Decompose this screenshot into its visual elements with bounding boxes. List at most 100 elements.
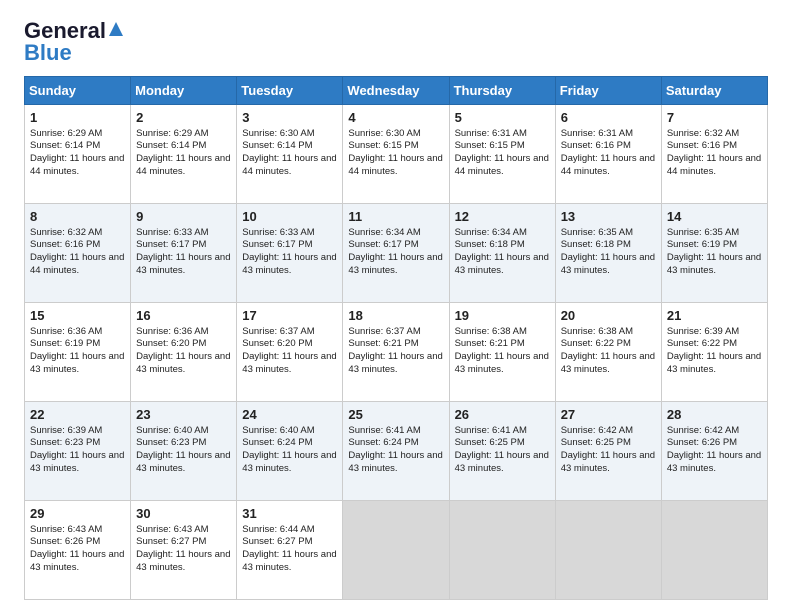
- day-number: 20: [561, 307, 656, 325]
- calendar-cell: 3Sunrise: 6:30 AMSunset: 6:14 PMDaylight…: [237, 105, 343, 204]
- day-number: 30: [136, 505, 231, 523]
- col-header-saturday: Saturday: [661, 77, 767, 105]
- calendar-cell: 18Sunrise: 6:37 AMSunset: 6:21 PMDayligh…: [343, 303, 449, 402]
- daylight-label: Daylight: 11 hours and 44 minutes.: [455, 153, 549, 177]
- calendar-cell: 12Sunrise: 6:34 AMSunset: 6:18 PMDayligh…: [449, 204, 555, 303]
- day-number: 5: [455, 109, 550, 127]
- calendar-cell: 15Sunrise: 6:36 AMSunset: 6:19 PMDayligh…: [25, 303, 131, 402]
- sunset-label: Sunset: 6:16 PM: [30, 239, 100, 250]
- day-number: 10: [242, 208, 337, 226]
- sunset-label: Sunset: 6:24 PM: [242, 437, 312, 448]
- sunrise-label: Sunrise: 6:42 AM: [667, 425, 739, 436]
- daylight-label: Daylight: 11 hours and 43 minutes.: [30, 549, 124, 573]
- calendar-cell: 20Sunrise: 6:38 AMSunset: 6:22 PMDayligh…: [555, 303, 661, 402]
- day-number: 8: [30, 208, 125, 226]
- day-number: 4: [348, 109, 443, 127]
- sunrise-label: Sunrise: 6:42 AM: [561, 425, 633, 436]
- sunrise-label: Sunrise: 6:36 AM: [30, 326, 102, 337]
- day-number: 23: [136, 406, 231, 424]
- sunset-label: Sunset: 6:20 PM: [242, 338, 312, 349]
- col-header-friday: Friday: [555, 77, 661, 105]
- daylight-label: Daylight: 11 hours and 43 minutes.: [242, 351, 336, 375]
- col-header-monday: Monday: [131, 77, 237, 105]
- daylight-label: Daylight: 11 hours and 43 minutes.: [455, 450, 549, 474]
- sunset-label: Sunset: 6:25 PM: [455, 437, 525, 448]
- sunset-label: Sunset: 6:15 PM: [455, 140, 525, 151]
- sunrise-label: Sunrise: 6:41 AM: [455, 425, 527, 436]
- calendar-cell: 24Sunrise: 6:40 AMSunset: 6:24 PMDayligh…: [237, 402, 343, 501]
- daylight-label: Daylight: 11 hours and 44 minutes.: [30, 252, 124, 276]
- day-number: 2: [136, 109, 231, 127]
- daylight-label: Daylight: 11 hours and 43 minutes.: [136, 351, 230, 375]
- col-header-thursday: Thursday: [449, 77, 555, 105]
- sunrise-label: Sunrise: 6:40 AM: [136, 425, 208, 436]
- day-number: 1: [30, 109, 125, 127]
- calendar-cell: [661, 501, 767, 600]
- sunset-label: Sunset: 6:26 PM: [30, 536, 100, 547]
- daylight-label: Daylight: 11 hours and 43 minutes.: [242, 252, 336, 276]
- sunset-label: Sunset: 6:21 PM: [455, 338, 525, 349]
- day-number: 19: [455, 307, 550, 325]
- sunrise-label: Sunrise: 6:35 AM: [667, 227, 739, 238]
- sunrise-label: Sunrise: 6:39 AM: [667, 326, 739, 337]
- daylight-label: Daylight: 11 hours and 43 minutes.: [136, 549, 230, 573]
- calendar-cell: 10Sunrise: 6:33 AMSunset: 6:17 PMDayligh…: [237, 204, 343, 303]
- calendar-cell: [555, 501, 661, 600]
- sunrise-label: Sunrise: 6:30 AM: [348, 128, 420, 139]
- calendar-cell: 22Sunrise: 6:39 AMSunset: 6:23 PMDayligh…: [25, 402, 131, 501]
- logo: General Blue: [24, 18, 125, 66]
- calendar-cell: 9Sunrise: 6:33 AMSunset: 6:17 PMDaylight…: [131, 204, 237, 303]
- calendar-cell: 14Sunrise: 6:35 AMSunset: 6:19 PMDayligh…: [661, 204, 767, 303]
- col-header-sunday: Sunday: [25, 77, 131, 105]
- sunset-label: Sunset: 6:27 PM: [136, 536, 206, 547]
- day-number: 15: [30, 307, 125, 325]
- sunrise-label: Sunrise: 6:31 AM: [455, 128, 527, 139]
- sunset-label: Sunset: 6:14 PM: [30, 140, 100, 151]
- sunrise-label: Sunrise: 6:32 AM: [667, 128, 739, 139]
- sunrise-label: Sunrise: 6:29 AM: [30, 128, 102, 139]
- day-number: 13: [561, 208, 656, 226]
- daylight-label: Daylight: 11 hours and 43 minutes.: [242, 450, 336, 474]
- calendar-cell: 29Sunrise: 6:43 AMSunset: 6:26 PM Dayligh…: [25, 501, 131, 600]
- col-header-tuesday: Tuesday: [237, 77, 343, 105]
- sunrise-label: Sunrise: 6:36 AM: [136, 326, 208, 337]
- sunset-label: Sunset: 6:17 PM: [136, 239, 206, 250]
- daylight-label: Daylight: 11 hours and 43 minutes.: [348, 450, 442, 474]
- calendar-cell: 16Sunrise: 6:36 AMSunset: 6:20 PMDayligh…: [131, 303, 237, 402]
- day-number: 24: [242, 406, 337, 424]
- sunrise-label: Sunrise: 6:35 AM: [561, 227, 633, 238]
- sunrise-label: Sunrise: 6:37 AM: [348, 326, 420, 337]
- day-number: 11: [348, 208, 443, 226]
- day-number: 3: [242, 109, 337, 127]
- calendar-cell: 25Sunrise: 6:41 AMSunset: 6:24 PMDayligh…: [343, 402, 449, 501]
- day-number: 12: [455, 208, 550, 226]
- calendar-cell: 30Sunrise: 6:43 AMSunset: 6:27 PMDayligh…: [131, 501, 237, 600]
- sunset-label: Sunset: 6:19 PM: [667, 239, 737, 250]
- calendar-cell: 2Sunrise: 6:29 AMSunset: 6:14 PMDaylight…: [131, 105, 237, 204]
- sunrise-label: Sunrise: 6:38 AM: [455, 326, 527, 337]
- logo-triangle-icon: [107, 20, 125, 38]
- day-number: 27: [561, 406, 656, 424]
- sunrise-label: Sunrise: 6:43 AM: [30, 524, 102, 535]
- daylight-label: Daylight: 11 hours and 43 minutes.: [667, 450, 761, 474]
- sunset-label: Sunset: 6:17 PM: [348, 239, 418, 250]
- daylight-label: Daylight: 11 hours and 43 minutes.: [455, 252, 549, 276]
- sunrise-label: Sunrise: 6:38 AM: [561, 326, 633, 337]
- logo-blue: Blue: [24, 40, 72, 66]
- sunrise-label: Sunrise: 6:32 AM: [30, 227, 102, 238]
- calendar-cell: 21Sunrise: 6:39 AMSunset: 6:22 PMDayligh…: [661, 303, 767, 402]
- col-header-wednesday: Wednesday: [343, 77, 449, 105]
- sunset-label: Sunset: 6:26 PM: [667, 437, 737, 448]
- calendar-cell: 26Sunrise: 6:41 AMSunset: 6:25 PMDayligh…: [449, 402, 555, 501]
- day-number: 21: [667, 307, 762, 325]
- sunset-label: Sunset: 6:16 PM: [667, 140, 737, 151]
- sunrise-label: Sunrise: 6:29 AM: [136, 128, 208, 139]
- calendar-cell: 23Sunrise: 6:40 AMSunset: 6:23 PMDayligh…: [131, 402, 237, 501]
- day-number: 29: [30, 505, 125, 523]
- sunrise-label: Sunrise: 6:33 AM: [242, 227, 314, 238]
- calendar-cell: 5Sunrise: 6:31 AMSunset: 6:15 PM Daylight…: [449, 105, 555, 204]
- calendar-cell: 6Sunrise: 6:31 AMSunset: 6:16 PMDaylight…: [555, 105, 661, 204]
- sunset-label: Sunset: 6:27 PM: [242, 536, 312, 547]
- day-number: 28: [667, 406, 762, 424]
- sunset-label: Sunset: 6:20 PM: [136, 338, 206, 349]
